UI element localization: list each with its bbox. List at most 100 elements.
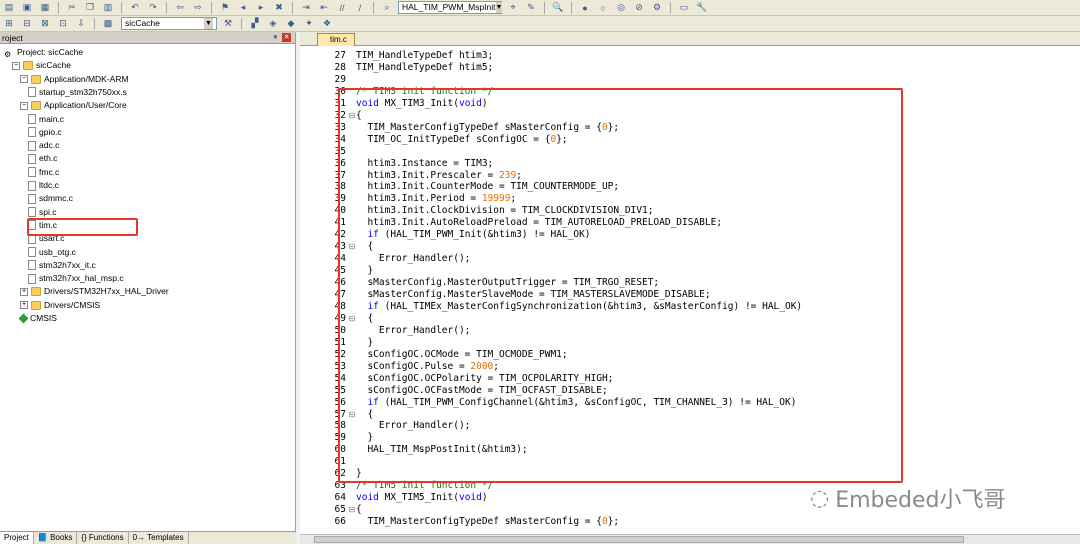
tree-item-label: CMSIS: [30, 313, 57, 323]
tree-item-label: Drivers/STM32H7xx_HAL_Driver: [44, 286, 169, 297]
tree-item[interactable]: eth.c: [28, 152, 57, 165]
select-packs-icon[interactable]: ◆: [284, 18, 298, 30]
tab-templates[interactable]: 0→ Templates: [129, 532, 189, 544]
translate-icon[interactable]: ⊞: [2, 18, 16, 30]
fold-toggle-icon[interactable]: ⊟: [348, 505, 356, 514]
unindent-icon[interactable]: ⇤: [317, 2, 331, 14]
copy-icon[interactable]: ❐: [83, 2, 97, 14]
rebuild-icon[interactable]: ⊠: [38, 18, 52, 30]
chevron-down-icon: ▼: [495, 2, 503, 13]
close-icon[interactable]: ✕: [282, 33, 291, 42]
clear-bookmarks-icon[interactable]: ✖: [272, 2, 286, 14]
pack-installer-icon[interactable]: ✦: [302, 18, 316, 30]
uncomment-icon[interactable]: /: [353, 2, 367, 14]
tab-tim-c[interactable]: tim.c: [317, 33, 355, 46]
expand-toggle-icon[interactable]: −: [12, 61, 20, 70]
code-line[interactable]: TIM_HandleTypeDef htim5;: [356, 62, 493, 73]
tree-item[interactable]: − sicCache: [12, 59, 71, 72]
search-icon[interactable]: 🔍: [551, 2, 565, 14]
stop-build-icon[interactable]: ▩: [101, 18, 115, 30]
batch-build-icon[interactable]: ⊡: [56, 18, 70, 30]
tab-books[interactable]: 📘 Books: [34, 532, 78, 544]
tree-item[interactable]: main.c: [28, 113, 64, 126]
separator: [544, 1, 545, 14]
target-options-icon[interactable]: ⚒: [221, 18, 235, 30]
tree-item[interactable]: adc.c: [28, 139, 59, 152]
target-combo[interactable]: sicCache ▼: [121, 17, 217, 30]
tree-item[interactable]: − Application/MDK-ARM: [20, 73, 129, 86]
kill-breakpoints-icon[interactable]: ⊘: [632, 2, 646, 14]
download-icon[interactable]: ⇩: [74, 18, 88, 30]
line-number: 27: [334, 50, 346, 61]
tree-item[interactable]: usb_otg.c: [28, 246, 76, 259]
nav-back-icon[interactable]: ⇦: [173, 2, 187, 14]
folder-icon: [31, 101, 41, 111]
tree-item[interactable]: + Drivers/STM32H7xx_HAL_Driver: [20, 285, 169, 298]
breakpoint-icon[interactable]: ◎: [614, 2, 628, 14]
horizontal-scrollbar[interactable]: [300, 534, 1080, 544]
find-icon[interactable]: ⌖: [506, 2, 520, 14]
tree-item[interactable]: gpio.c: [28, 126, 62, 139]
editor-pane: tim.c 27 TIM_HandleTypeDef htim3; 28 TIM_Ha…: [300, 32, 1080, 544]
main-toolbar: ▤ ▣ ▦ ✂ ❐ ▥ ↶ ↷ ⇦ ⇨ ⚑ ◂ ▸ ✖ ⇥ ⇤ // / ⌕ H…: [0, 0, 1080, 16]
code-line[interactable]: void MX_TIM5_Init(void): [356, 492, 488, 503]
debug-start-icon[interactable]: ●: [578, 2, 592, 14]
function-combo[interactable]: HAL_TIM_PWM_MspInit ▼: [398, 1, 503, 14]
pin-icon[interactable]: ᵠ: [273, 32, 277, 44]
expand-toggle-icon[interactable]: −: [20, 101, 28, 110]
target-combo-value: sicCache: [125, 18, 160, 28]
expand-toggle-icon[interactable]: +: [20, 287, 28, 296]
separator: [121, 1, 122, 14]
separator: [241, 17, 242, 30]
line-number: 66: [334, 516, 346, 528]
tree-item[interactable]: sdmmc.c: [28, 192, 73, 205]
tree-item[interactable]: + Drivers/CMSIS: [20, 299, 100, 312]
paste-icon[interactable]: ▥: [101, 2, 115, 14]
configure-icon[interactable]: ⚙: [650, 2, 664, 14]
cut-icon[interactable]: ✂: [65, 2, 79, 14]
expand-toggle-icon[interactable]: +: [20, 301, 28, 310]
indent-icon[interactable]: ⇥: [299, 2, 313, 14]
nav-forward-icon[interactable]: ⇨: [191, 2, 205, 14]
save-icon[interactable]: ▣: [20, 2, 34, 14]
build-icon[interactable]: ⊟: [20, 18, 34, 30]
tree-item[interactable]: fmc.c: [28, 166, 59, 179]
code-line[interactable]: {: [356, 504, 362, 515]
tree-item-label: Application/User/Core: [44, 100, 127, 111]
save-all-icon[interactable]: ▦: [38, 2, 52, 14]
tree-item[interactable]: stm32h7xx_hal_msp.c: [28, 272, 124, 285]
next-bookmark-icon[interactable]: ▸: [254, 2, 268, 14]
tools-icon[interactable]: 🔧: [695, 2, 709, 14]
prev-bookmark-icon[interactable]: ◂: [236, 2, 250, 14]
incremental-find-icon[interactable]: ✎: [524, 2, 538, 14]
tree-item[interactable]: CMSIS: [18, 312, 57, 325]
separator: [166, 1, 167, 14]
comment-icon[interactable]: //: [335, 2, 349, 14]
tree-item[interactable]: startup_stm32h750xx.s: [28, 86, 127, 99]
tree-item[interactable]: ltdc.c: [28, 179, 59, 192]
code-line[interactable]: TIM_MasterConfigTypeDef sMasterConfig = …: [356, 516, 619, 527]
tree-item[interactable]: stm32h7xx_it.c: [28, 259, 96, 272]
wechat-icon: ◌: [810, 485, 830, 511]
tree-item[interactable]: ⚙ Project: sicCache: [4, 46, 83, 59]
tab-functions[interactable]: {} Functions: [77, 532, 129, 544]
stop-icon[interactable]: ○: [596, 2, 610, 14]
scrollbar-thumb[interactable]: [314, 536, 964, 543]
tree-item[interactable]: − Application/User/Core: [20, 99, 127, 112]
tree-item[interactable]: spi.c: [28, 206, 56, 219]
line-number: 65: [334, 504, 346, 516]
undo-icon[interactable]: ↶: [128, 2, 142, 14]
file-extensions-icon[interactable]: ▞: [248, 18, 262, 30]
file-icon: [28, 167, 36, 178]
redo-icon[interactable]: ↷: [146, 2, 160, 14]
expand-toggle-icon[interactable]: −: [20, 75, 28, 84]
find-in-files-icon[interactable]: ⌕: [380, 2, 394, 14]
open-icon[interactable]: ▤: [2, 2, 16, 14]
code-line[interactable]: TIM_HandleTypeDef htim3;: [356, 50, 493, 61]
bookmark-icon[interactable]: ⚑: [218, 2, 232, 14]
window-layout-icon[interactable]: ▭: [677, 2, 691, 14]
tab-project[interactable]: Project: [0, 532, 34, 544]
rte-icon[interactable]: ❖: [320, 18, 334, 30]
manage-components-icon[interactable]: ◈: [266, 18, 280, 30]
editor-tab-bar: tim.c: [300, 32, 1080, 46]
